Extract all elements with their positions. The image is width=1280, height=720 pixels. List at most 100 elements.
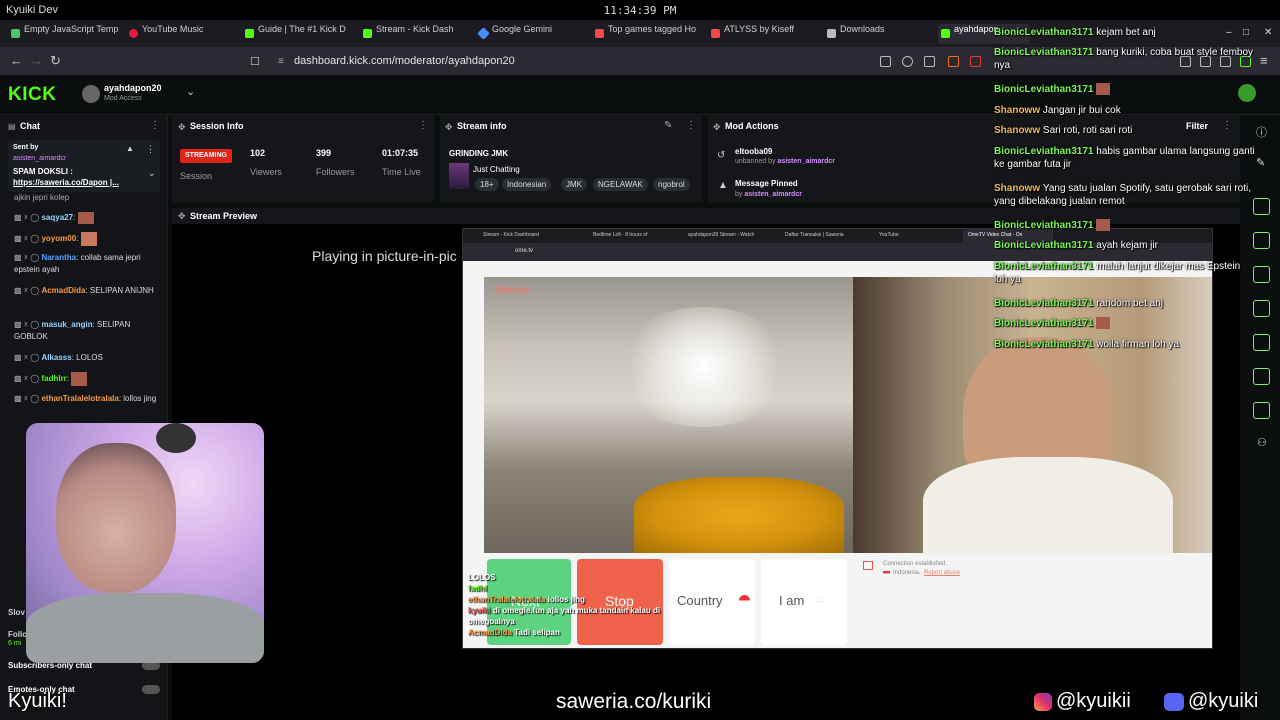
boy-emoji-icon: ☺ [813, 592, 826, 606]
chat-username[interactable]: Narantha [41, 253, 76, 262]
pinned-message[interactable]: Sent by asisten_aimardcr SPAM DOKSLI : h… [8, 140, 160, 192]
reload-icon[interactable]: ↻ [50, 53, 61, 69]
extension-icon[interactable] [880, 56, 891, 67]
mod-actions-title: Mod Actions [725, 121, 779, 131]
mod-action-detail: by asisten_aimardcr [735, 191, 802, 198]
forward-icon[interactable]: → [30, 53, 43, 68]
chat-username[interactable]: fadhlrr [41, 374, 66, 383]
chat-message: ▩ ☓ ◯ ethanTralalelotralala: lollos jing [14, 394, 157, 403]
chat-message: ▩ ☓ ◯ AcmadDida: SELIPAN ANIJNH [14, 286, 154, 295]
browser-tab[interactable]: Empty JavaScript Temp [8, 24, 126, 44]
more-options-icon[interactable]: ⋮ [146, 144, 155, 155]
saweria-link: saweria.co/kuriki [556, 690, 712, 713]
close-icon[interactable]: ✕ [1264, 27, 1272, 38]
mod-tools-icon[interactable]: ▩ ☓ ◯ [14, 253, 39, 262]
chevron-down-icon[interactable]: ⌄ [148, 168, 156, 179]
streaming-badge: STREAMING [180, 149, 232, 163]
drag-handle-icon[interactable]: ✥ [178, 211, 186, 222]
ometv-logo-icon [863, 561, 873, 570]
mod-action-user[interactable]: eltooba09 [735, 147, 772, 156]
chat-text: lollos jing [123, 394, 157, 403]
kick-logo[interactable]: KICK [8, 84, 56, 106]
chat-username[interactable]: ethanTralalelotralala [41, 394, 118, 403]
followers-count: 399 [316, 148, 332, 158]
stream-preview-title: Stream Preview [190, 211, 258, 221]
rewards-icon[interactable] [970, 56, 981, 67]
time-live: 01:07:35 [382, 148, 419, 158]
back-icon[interactable]: ← [10, 53, 23, 68]
browser-tab[interactable]: Downloads [824, 24, 936, 44]
overlay-message: BionicLeviathan3171 malah lanjut dikejar… [994, 261, 1241, 285]
pin-icon[interactable]: ▲ [126, 144, 134, 153]
chat-username[interactable]: yoyom00 [41, 234, 76, 243]
inner-overlay-chat: LOLOS fadhl ethanTralalelotralala lollos… [468, 573, 661, 637]
users-icon[interactable]: ⚇ [1257, 436, 1267, 449]
overlay-message: BionicLeviathan3171 random bet anj [994, 298, 1163, 309]
mod-tools-icon[interactable]: ▩ ☓ ◯ [14, 234, 39, 243]
report-abuse-link[interactable]: Report abuse [924, 570, 960, 576]
overlay-message: BionicLeviathan3171 woila firman loh ya [994, 339, 1180, 350]
chat-message: ▩ ☓ ◯ yoyom00: [14, 232, 164, 246]
discord-handle: @kyuiki [1188, 690, 1259, 712]
mod-action-detail: unbanned by asisten_aimardcr [735, 158, 836, 165]
streamer-name: Kyuiki! [8, 690, 67, 712]
menu-icon[interactable]: ≡ [1260, 53, 1268, 68]
more-options-icon[interactable]: ⋮ [686, 120, 696, 131]
more-options-icon[interactable]: ⋮ [418, 120, 428, 131]
stream-tag: Indonesian [502, 178, 552, 191]
chat-username[interactable]: AcmadDida [41, 286, 85, 295]
mod-tools-icon[interactable]: ▩ ☓ ◯ [14, 394, 39, 403]
mod-tools-icon[interactable]: ▩ ☓ ◯ [14, 320, 39, 329]
connection-status: Connection established. [883, 561, 948, 567]
mod-tools-icon[interactable]: ▩ ☓ ◯ [14, 213, 39, 222]
chat-username[interactable]: masuk_angin [41, 320, 92, 329]
browser-tab[interactable]: Guide | The #1 Kick D [242, 24, 354, 44]
inner-url: ome.tv [515, 248, 534, 254]
browser-tab[interactable]: YouTube Music [126, 24, 236, 44]
drag-handle-icon[interactable]: ✥ [445, 122, 453, 133]
browser-tab[interactable]: Google Gemini [476, 24, 588, 44]
stream-tag: ngobrol [653, 178, 690, 191]
inner-tab: YouTube [879, 232, 899, 238]
mod-tools-icon[interactable]: ▩ ☓ ◯ [14, 286, 39, 295]
mod-tools-icon[interactable]: ▩ ☓ ◯ [14, 353, 39, 362]
drag-handle-icon[interactable]: ✥ [713, 122, 721, 133]
browser-tab[interactable]: ATLYSS by Kiseff [708, 24, 820, 44]
brave-shield-icon[interactable] [948, 56, 959, 67]
followers-only-duration: 6 mi [8, 640, 22, 647]
country-button[interactable]: Country [669, 559, 755, 645]
browser-tab[interactable]: Stream - Kick Dash [360, 24, 472, 44]
channel-name[interactable]: ayahdapon20 [104, 83, 162, 93]
instagram-handle: @kyuikii [1056, 690, 1131, 712]
browser-tab[interactable]: Top games tagged Ho [592, 24, 704, 44]
discord-icon [1164, 693, 1184, 711]
overlay-message: BionicLeviathan3171 ayah kejam jir [994, 240, 1158, 251]
chat-username[interactable]: Alkasss [41, 353, 71, 362]
address-bar[interactable]: ≡ dashboard.kick.com/moderator/ayahdapon… [278, 52, 978, 71]
bookmark-icon[interactable]: ☐ [250, 55, 260, 68]
edit-icon[interactable]: ✎ [664, 120, 672, 131]
drag-handle-icon[interactable]: ✥ [178, 122, 186, 133]
emotes-only-toggle[interactable] [142, 685, 160, 694]
inner-tab: Daftar Transaksi | Saweria [785, 232, 844, 238]
stream-tag: NGELAWAK [593, 178, 648, 191]
ometv-watermark: Ome.tv [496, 285, 530, 296]
share-icon[interactable] [924, 56, 935, 67]
viewers-count: 102 [250, 148, 266, 158]
list-icon[interactable] [1253, 368, 1270, 385]
session-info-title: Session Info [190, 121, 244, 131]
pinned-link[interactable]: https://saweria.co/Dapon |... [13, 178, 119, 187]
inner-tab: Stream - Kick Dashboard [483, 232, 539, 238]
zoom-icon[interactable] [902, 56, 913, 67]
more-options-icon[interactable]: ⋮ [150, 120, 160, 131]
category-name[interactable]: Just Chatting [473, 165, 520, 174]
gender-button[interactable]: I am ☺ [761, 559, 847, 645]
mod-tools-icon[interactable]: ▩ ☓ ◯ [14, 374, 39, 383]
overlay-message: BionicLeviathan3171 [994, 219, 1111, 232]
chat-text: SELIPAN ANIJNH [89, 286, 154, 295]
chevron-down-icon[interactable]: ⌄ [186, 85, 195, 98]
tab-favicon-icon [129, 29, 138, 38]
connection-country: Indonesia. [893, 570, 921, 576]
chat-username[interactable]: saqya27 [41, 213, 73, 222]
wrench-icon[interactable] [1253, 402, 1270, 419]
